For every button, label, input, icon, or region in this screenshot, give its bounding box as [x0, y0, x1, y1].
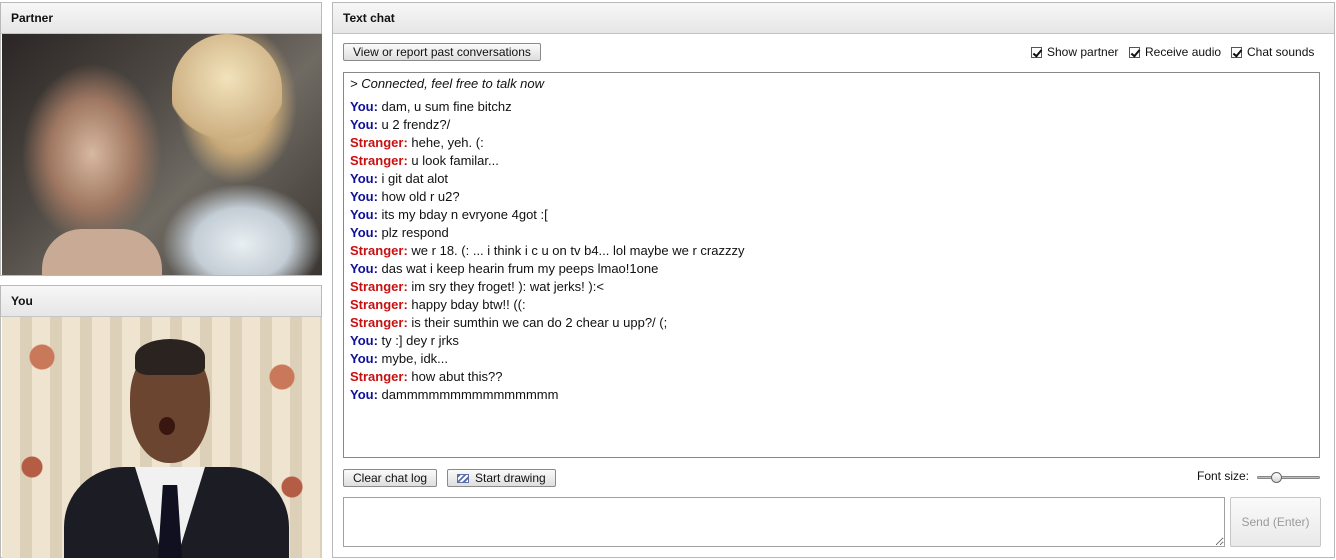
message-text: u look familar... [411, 153, 499, 168]
message-text: happy bday btw!! ((: [411, 297, 526, 312]
font-size-slider-thumb[interactable] [1271, 472, 1282, 483]
you-panel: You [0, 285, 322, 558]
message-text: is their sumthin we can do 2 chear u upp… [411, 315, 668, 330]
message-speaker: You: [350, 171, 378, 186]
partner-video-figure [172, 34, 282, 144]
partner-video [2, 34, 322, 275]
show-partner-option[interactable]: Show partner [1031, 45, 1118, 59]
message-text: we r 18. (: ... i think i c u on tv b4..… [411, 243, 745, 258]
message-speaker: You: [350, 261, 378, 276]
message-speaker: Stranger: [350, 369, 408, 384]
message-speaker: You: [350, 387, 378, 402]
message-input[interactable] [343, 497, 1225, 547]
message-text: im sry they froget! ): wat jerks! ):< [411, 279, 604, 294]
text-chat-title: Text chat [333, 3, 1334, 34]
chat-message: You: how old r u2? [350, 188, 1313, 206]
font-size-slider[interactable] [1257, 472, 1320, 483]
message-speaker: You: [350, 117, 378, 132]
chat-message: Stranger: hehe, yeh. (: [350, 134, 1313, 152]
message-speaker: You: [350, 225, 378, 240]
chat-message: You: dammmmmmmmmmmmmmm [350, 386, 1313, 404]
chat-message: You: ty :] dey r jrks [350, 332, 1313, 350]
receive-audio-option[interactable]: Receive audio [1129, 45, 1221, 59]
send-button[interactable]: Send (Enter) [1230, 497, 1321, 547]
partner-panel: Partner [0, 2, 322, 276]
chat-message: Stranger: im sry they froget! ): wat jer… [350, 278, 1313, 296]
show-partner-label: Show partner [1047, 45, 1119, 59]
chat-message: You: i git dat alot [350, 170, 1313, 188]
message-speaker: Stranger: [350, 135, 408, 150]
partner-video-arm [42, 229, 162, 275]
chat-message: You: das wat i keep hearin frum my peeps… [350, 260, 1313, 278]
start-drawing-label: Start drawing [475, 471, 546, 485]
receive-audio-checkbox[interactable] [1129, 46, 1140, 58]
chat-message: You: its my bday n evryone 4got :[ [350, 206, 1313, 224]
you-video [2, 317, 322, 558]
message-speaker: Stranger: [350, 243, 408, 258]
message-speaker: You: [350, 333, 378, 348]
you-video-mouth [159, 417, 175, 435]
message-text: das wat i keep hearin frum my peeps lmao… [381, 261, 659, 276]
message-list: You: dam, u sum fine bitchz You: u 2 fren… [350, 98, 1313, 404]
message-speaker: You: [350, 99, 378, 114]
chat-sounds-label: Chat sounds [1247, 45, 1315, 59]
text-chat-panel: Text chat View or report past conversati… [332, 2, 1335, 558]
view-report-past-conversations-button[interactable]: View or report past conversations [343, 43, 541, 61]
message-speaker: Stranger: [350, 279, 408, 294]
message-text: ty :] dey r jrks [381, 333, 459, 348]
message-text: mybe, idk... [381, 351, 449, 366]
clear-chat-log-button[interactable]: Clear chat log [343, 469, 438, 487]
message-text: how old r u2? [381, 189, 460, 204]
chat-message: Stranger: happy bday btw!! ((: [350, 296, 1313, 314]
chat-message: You: dam, u sum fine bitchz [350, 98, 1313, 116]
chat-sounds-checkbox[interactable] [1231, 46, 1242, 58]
pen-icon [457, 474, 469, 483]
message-speaker: Stranger: [350, 297, 408, 312]
you-video-hair [135, 339, 205, 375]
connection-status: > Connected, feel free to talk now [350, 76, 545, 91]
chat-sounds-option[interactable]: Chat sounds [1231, 45, 1314, 59]
chat-message: Stranger: is their sumthin we can do 2 c… [350, 314, 1313, 332]
font-size-label: Font size: [1197, 469, 1250, 483]
receive-audio-label: Receive audio [1145, 45, 1222, 59]
message-text: how abut this?? [411, 369, 503, 384]
message-text: plz respond [381, 225, 449, 240]
start-drawing-button[interactable]: Start drawing [447, 469, 556, 487]
show-partner-checkbox[interactable] [1031, 46, 1042, 58]
chat-message: You: plz respond [350, 224, 1313, 242]
message-text: i git dat alot [381, 171, 449, 186]
message-text: dam, u sum fine bitchz [381, 99, 512, 114]
message-text: u 2 frendz?/ [381, 117, 451, 132]
message-speaker: Stranger: [350, 153, 408, 168]
chat-message: You: mybe, idk... [350, 350, 1313, 368]
message-speaker: You: [350, 207, 378, 222]
message-text: dammmmmmmmmmmmmmm [381, 387, 559, 402]
chat-message: You: u 2 frendz?/ [350, 116, 1313, 134]
chat-log[interactable]: > Connected, feel free to talk now You: … [343, 72, 1320, 458]
partner-panel-title: Partner [1, 3, 321, 34]
message-text: its my bday n evryone 4got :[ [381, 207, 548, 222]
message-speaker: You: [350, 189, 378, 204]
chat-message: Stranger: u look familar... [350, 152, 1313, 170]
you-panel-title: You [1, 286, 321, 317]
message-speaker: Stranger: [350, 315, 408, 330]
chat-message: Stranger: how abut this?? [350, 368, 1313, 386]
message-speaker: You: [350, 351, 378, 366]
message-text: hehe, yeh. (: [411, 135, 484, 150]
chat-message: Stranger: we r 18. (: ... i think i c u … [350, 242, 1313, 260]
